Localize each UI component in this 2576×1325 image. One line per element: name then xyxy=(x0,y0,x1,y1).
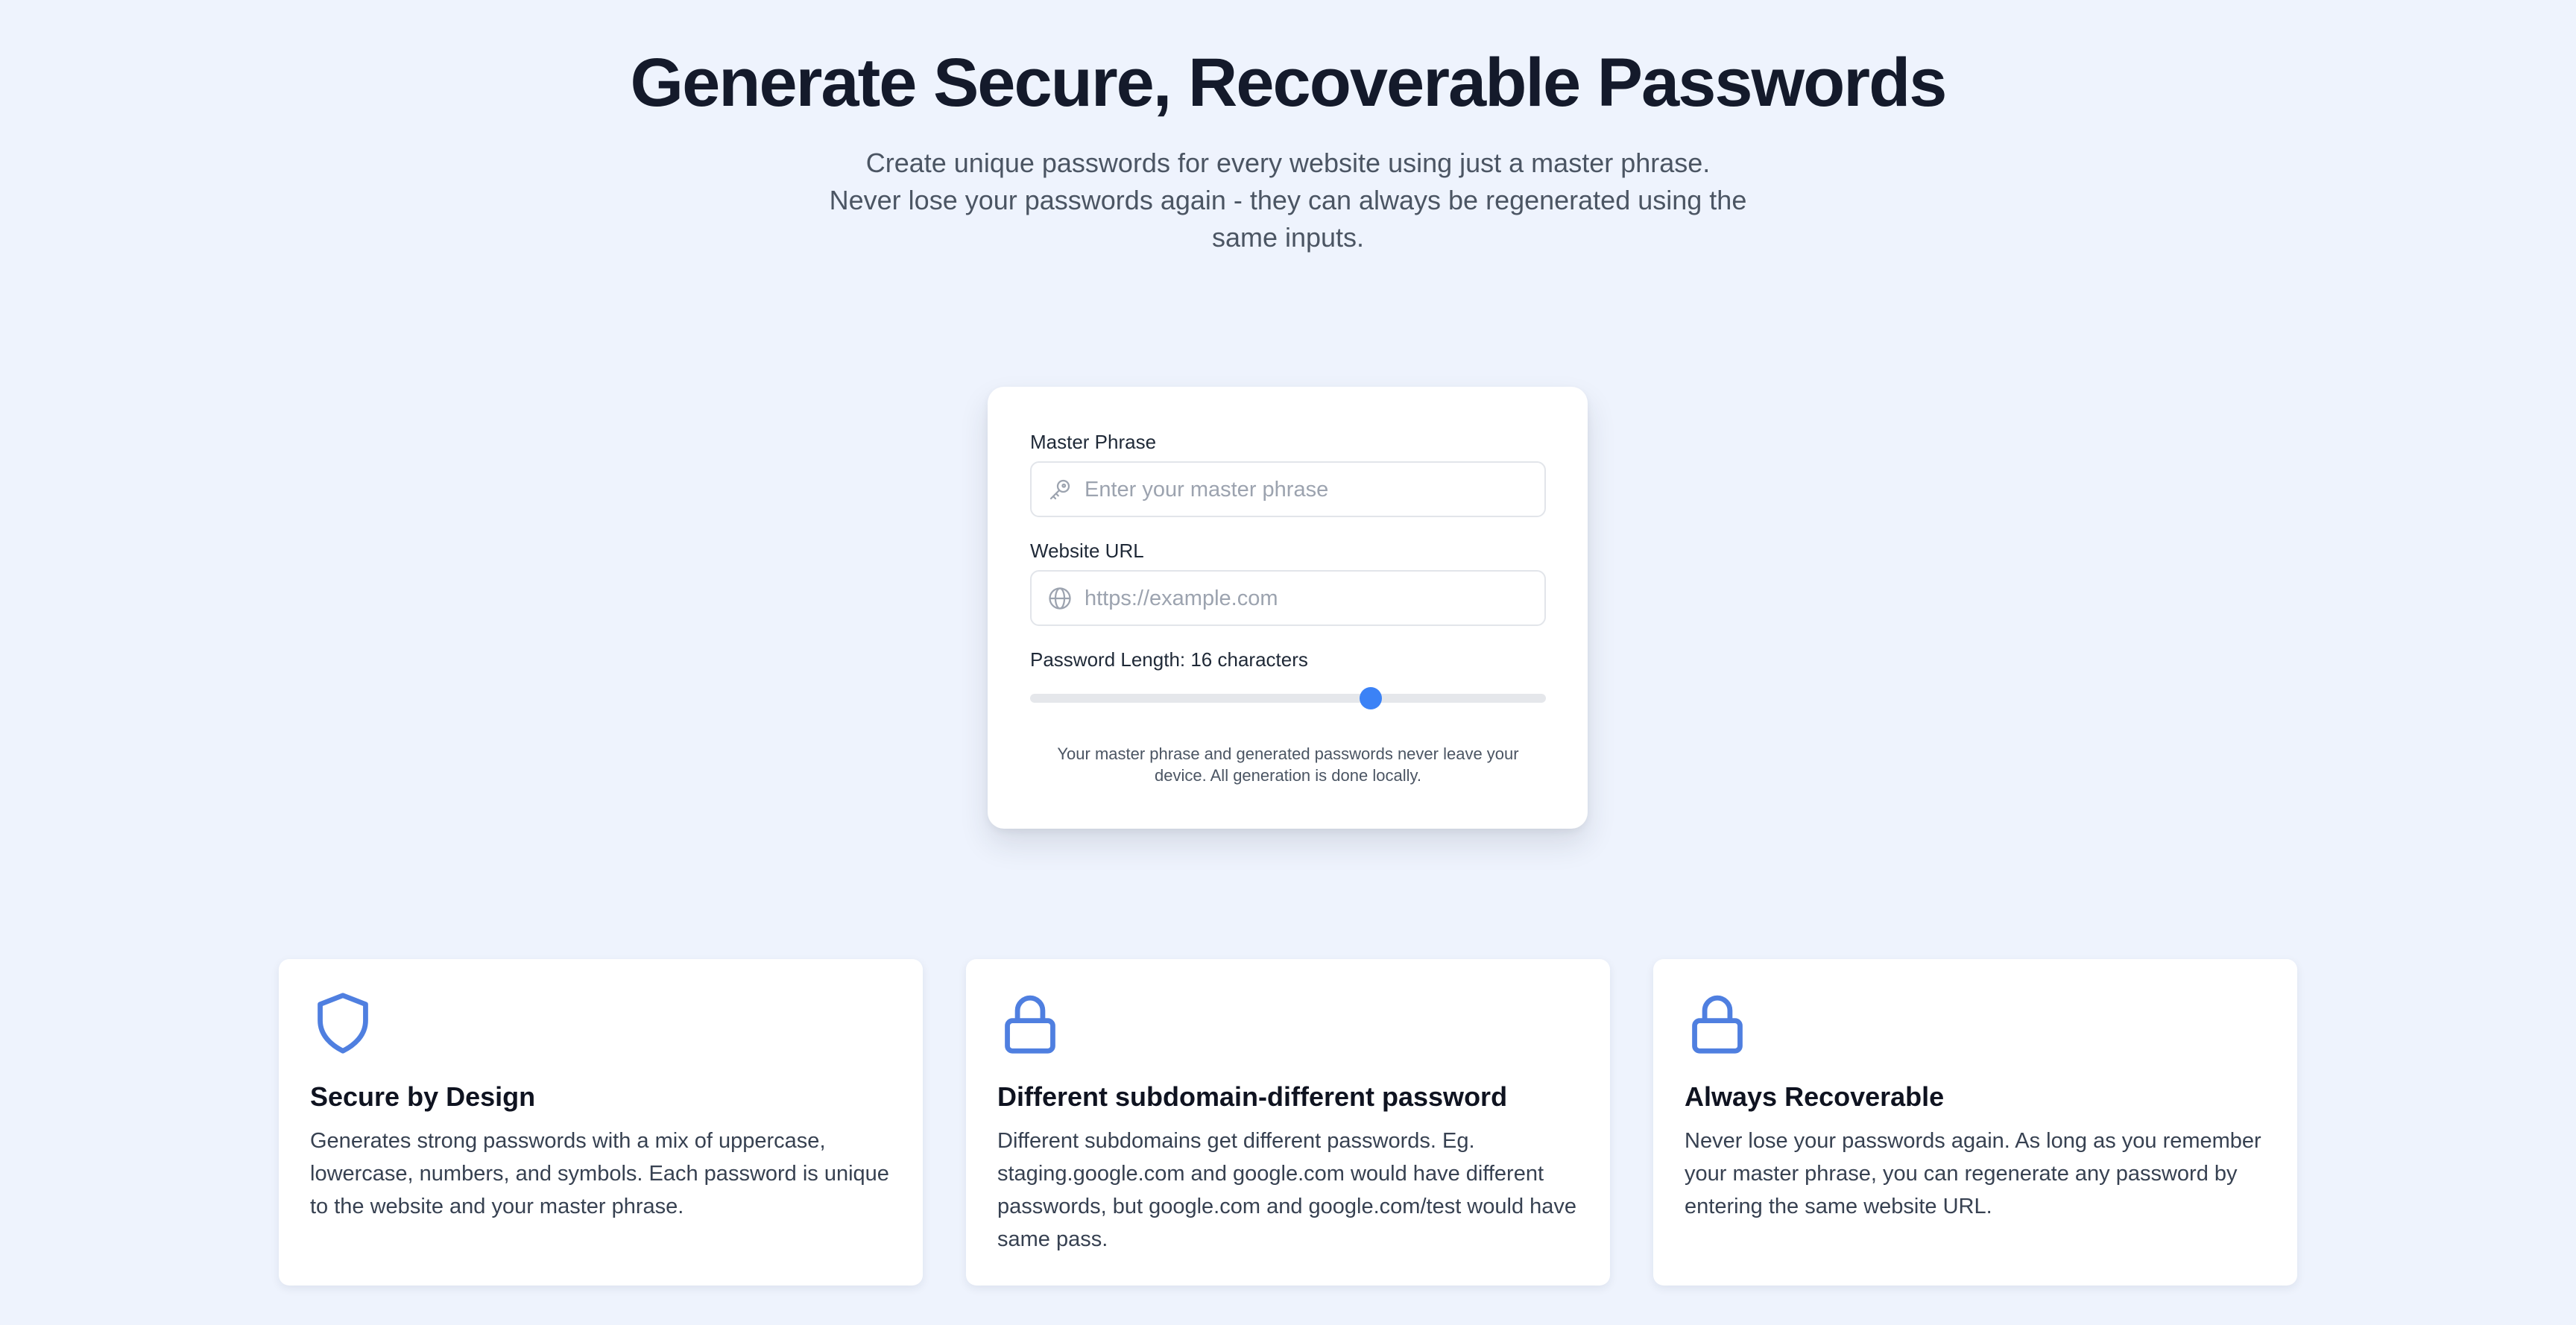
password-length-label: Password Length: 16 characters xyxy=(1030,648,1308,671)
feature-title: Different subdomain-different password xyxy=(997,1081,1508,1112)
website-url-field[interactable] xyxy=(1030,570,1546,626)
website-url-input[interactable] xyxy=(1085,581,1532,616)
password-length-slider[interactable] xyxy=(1030,687,1546,709)
lock-icon xyxy=(1687,990,1748,1056)
generator-card: Master Phrase Website URL Password Lengt… xyxy=(988,387,1588,829)
lock-icon xyxy=(1000,990,1061,1056)
key-icon xyxy=(1046,476,1073,503)
privacy-note: Your master phrase and generated passwor… xyxy=(1057,744,1519,785)
feature-card-recoverable: Always Recoverable Never lose your passw… xyxy=(1653,959,2297,1286)
feature-card-secure: Secure by Design Generates strong passwo… xyxy=(279,959,923,1286)
feature-card-subdomain: Different subdomain-different password D… xyxy=(966,959,1610,1286)
feature-description: Generates strong passwords with a mix of… xyxy=(310,1129,889,1218)
shield-icon xyxy=(312,990,373,1056)
page-title: Generate Secure, Recoverable Passwords xyxy=(630,45,1948,121)
feature-description: Never lose your passwords again. As long… xyxy=(1685,1129,2261,1218)
feature-title: Always Recoverable xyxy=(1685,1081,1945,1112)
master-phrase-input[interactable] xyxy=(1085,472,1532,507)
feature-title: Secure by Design xyxy=(310,1081,536,1112)
globe-icon xyxy=(1046,585,1073,612)
feature-description: Different subdomains get different passw… xyxy=(997,1129,1577,1251)
page-subtitle: Create unique passwords for every websit… xyxy=(829,148,1747,253)
slider-handle[interactable] xyxy=(1359,687,1382,709)
master-phrase-field[interactable] xyxy=(1030,461,1546,517)
website-url-label: Website URL xyxy=(1030,540,1144,562)
master-phrase-label: Master Phrase xyxy=(1030,431,1157,453)
